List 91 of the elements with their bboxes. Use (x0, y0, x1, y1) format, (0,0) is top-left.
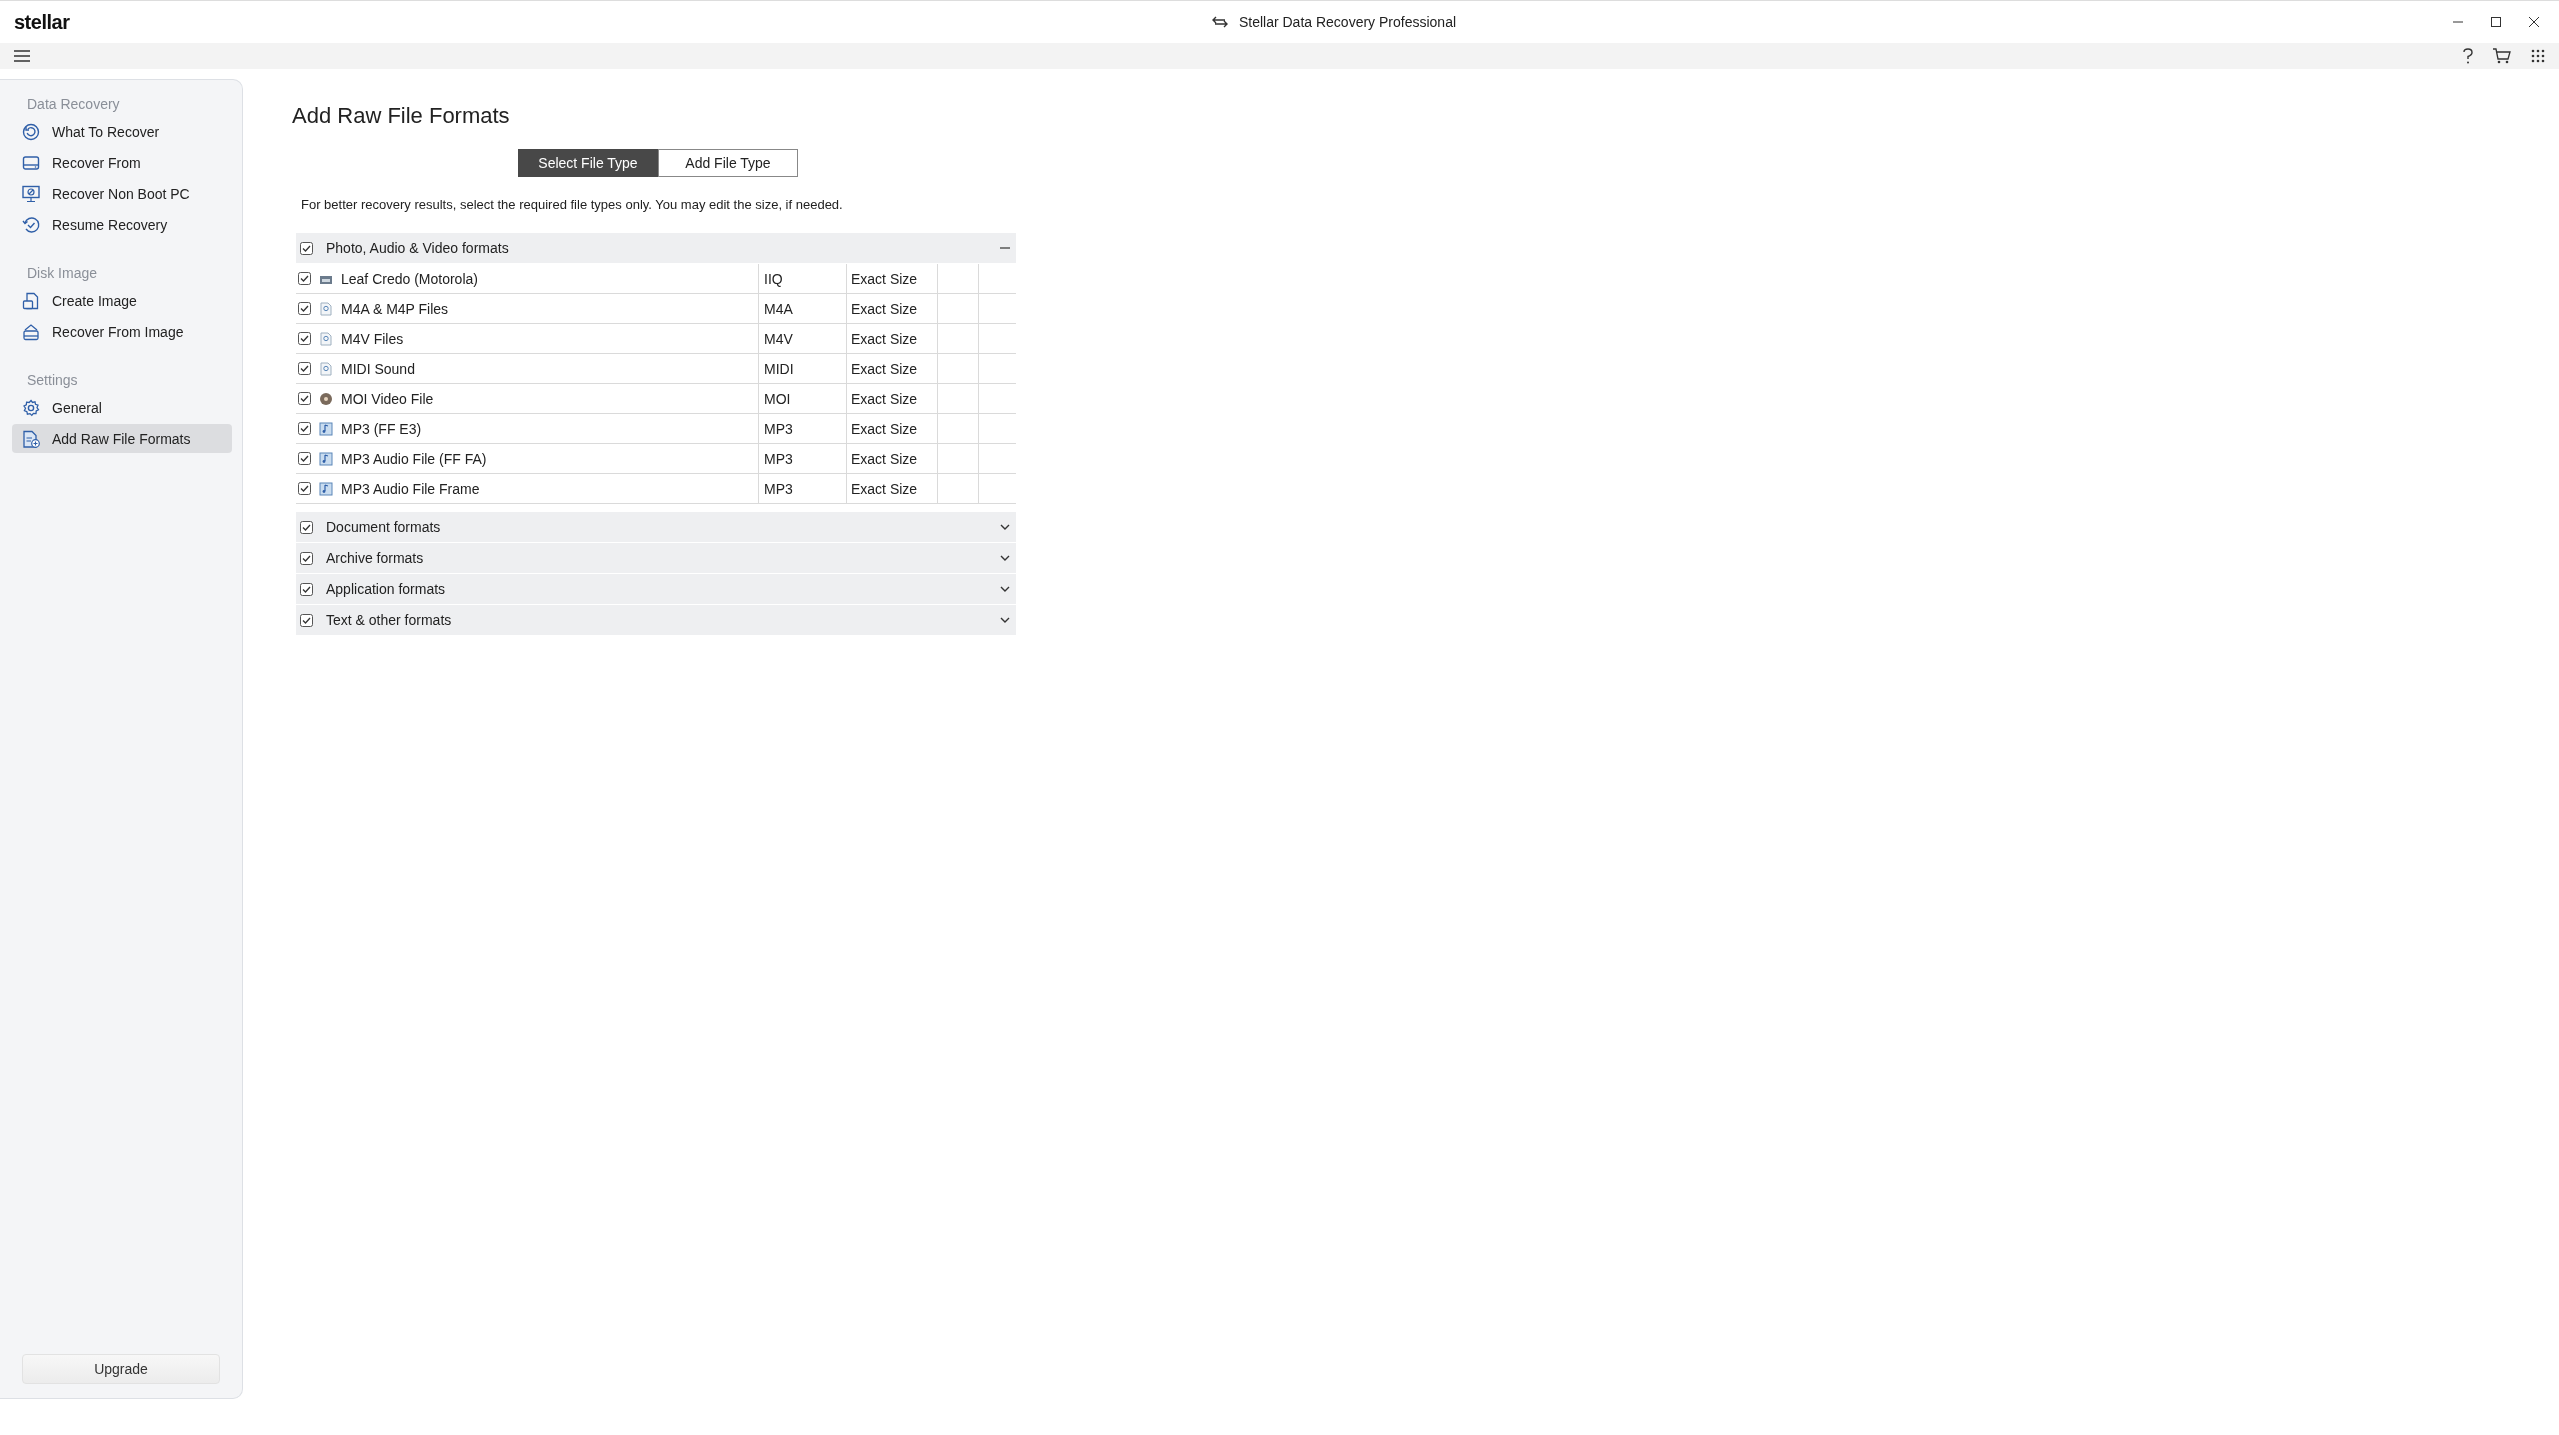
group-header[interactable]: Archive formats (296, 543, 1016, 573)
group-header[interactable]: Text & other formats (296, 605, 1016, 635)
sidebar-item[interactable]: Recover From (12, 148, 232, 177)
file-type-name: M4A & M4P Files (341, 300, 449, 317)
file-type-name: MP3 Audio File Frame (341, 480, 480, 497)
sidebar-item[interactable]: Recover From Image (12, 317, 232, 346)
sidebar-item[interactable]: General (12, 393, 232, 422)
chevron-down-icon (1000, 584, 1010, 594)
audio-file-icon (319, 481, 333, 496)
checkbox[interactable] (298, 332, 311, 345)
table-cell[interactable]: Exact Size (847, 294, 938, 323)
file-type-name: MIDI Sound (341, 360, 415, 377)
section-heading: Settings (26, 371, 79, 390)
table-cell: MOI (759, 384, 847, 413)
group-header[interactable]: Photo, Audio & Video formats (296, 233, 1016, 263)
group-name: Text & other formats (326, 612, 453, 628)
menu-icon[interactable] (14, 50, 30, 62)
section-heading: Data Recovery (26, 95, 121, 114)
app-logo: stellar (14, 10, 71, 34)
apps-grid-icon[interactable] (2531, 49, 2545, 63)
group-name: Document formats (326, 519, 442, 535)
chevron-down-icon (1000, 553, 1010, 563)
tab[interactable]: Select File Type (518, 149, 658, 177)
document-drive-icon (22, 291, 40, 310)
checkbox[interactable] (300, 241, 313, 255)
group-name: Archive formats (326, 550, 425, 566)
table-cell[interactable]: Exact Size (847, 354, 938, 383)
table-cell[interactable]: Exact Size (847, 414, 938, 443)
table-cell[interactable]: Exact Size (847, 324, 938, 353)
sidebar-item[interactable]: Recover Non Boot PC (12, 179, 232, 208)
checkbox[interactable] (298, 482, 311, 495)
table-cell[interactable]: Exact Size (847, 444, 938, 473)
tab[interactable]: Add File Type (658, 149, 798, 177)
table-cell[interactable]: Exact Size (847, 384, 938, 413)
media-file-icon (319, 361, 333, 376)
chevron-down-icon (1000, 522, 1010, 532)
refresh-circle-icon (22, 122, 40, 141)
hard-drive-icon (22, 153, 40, 172)
media-file-icon (319, 301, 333, 316)
table-cell: IIQ (759, 264, 847, 293)
group-header[interactable]: Document formats (296, 512, 1016, 542)
drive-upload-icon (22, 322, 40, 341)
table-cell: MIDI (759, 354, 847, 383)
monitor-icon (22, 184, 40, 203)
page-title: Add Raw File Formats (292, 103, 511, 129)
file-type-name: MP3 (FF E3) (341, 420, 422, 437)
media-file-icon (319, 331, 333, 346)
sidebar-item[interactable]: Resume Recovery (12, 210, 232, 239)
history-check-icon (22, 215, 40, 234)
cart-icon[interactable] (2493, 48, 2511, 64)
group-name: Application formats (326, 581, 447, 597)
checkbox[interactable] (298, 272, 311, 285)
table-cell[interactable]: Exact Size (847, 474, 938, 503)
table-cell: M4A (759, 294, 847, 323)
checkbox[interactable] (298, 452, 311, 465)
table-cell: MP3 (759, 444, 847, 473)
table-cell: M4V (759, 324, 847, 353)
checkbox[interactable] (298, 302, 311, 315)
close-icon[interactable] (2529, 17, 2539, 27)
disc-icon (319, 391, 333, 406)
audio-file-icon (319, 421, 333, 436)
window-title: Stellar Data Recovery Professional (1238, 14, 1457, 30)
checkbox[interactable] (300, 551, 313, 565)
group-name: Photo, Audio & Video formats (326, 240, 510, 256)
file-type-name: MP3 Audio File (FF FA) (341, 450, 487, 467)
back-arrow-icon (1210, 15, 1229, 29)
sidebar-item[interactable]: Create Image (12, 286, 232, 315)
table-cell: MP3 (759, 474, 847, 503)
document-add-icon (22, 429, 40, 448)
checkbox[interactable] (300, 613, 313, 627)
group-header[interactable]: Application formats (296, 574, 1016, 604)
file-type-name: MOI Video File (341, 390, 434, 407)
table-cell: MP3 (759, 414, 847, 443)
checkbox[interactable] (298, 362, 311, 375)
maximize-icon[interactable] (2491, 17, 2501, 27)
checkbox[interactable] (298, 392, 311, 405)
checkbox[interactable] (298, 422, 311, 435)
checkbox[interactable] (300, 582, 313, 596)
checkbox[interactable] (300, 520, 313, 534)
section-heading: Disk Image (26, 264, 99, 283)
chevron-down-icon (1000, 615, 1010, 625)
upgrade-button[interactable]: Upgrade (22, 1354, 220, 1384)
file-type-name: M4V Files (341, 330, 404, 347)
sidebar-item[interactable]: What To Recover (12, 117, 232, 146)
description-text: For better recovery results, select the required file types only. You may edit the size, if needed. (301, 197, 844, 212)
sidebar-item[interactable]: Add Raw File Formats (12, 424, 232, 453)
settings-icon (22, 398, 40, 417)
table-cell[interactable]: Exact Size (847, 264, 938, 293)
file-type-name: Leaf Credo (Motorola) (341, 270, 478, 287)
audio-file-icon (319, 451, 333, 466)
help-icon[interactable] (2463, 48, 2473, 64)
